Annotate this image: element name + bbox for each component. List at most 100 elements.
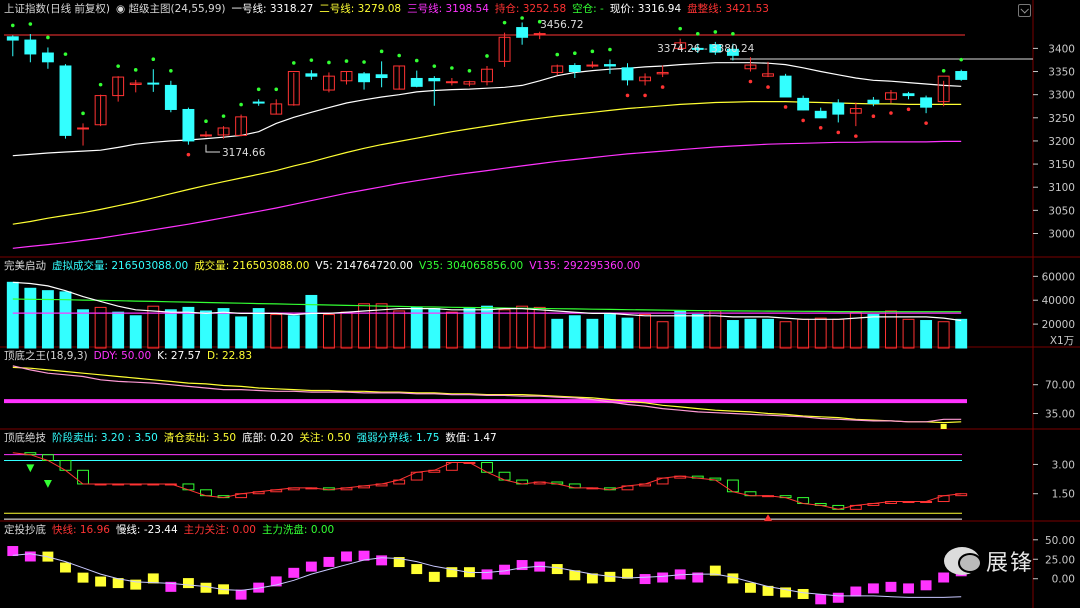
dt-block (305, 561, 317, 572)
buy-dot (801, 118, 805, 123)
y-tick-label: 40000 (1042, 295, 1075, 307)
sell-dot (133, 68, 138, 72)
volume-unit-label: X1万 (1050, 335, 1074, 347)
buy-dot (186, 152, 191, 157)
sell-dot (432, 64, 437, 68)
k-line (12, 365, 962, 423)
volume-bar (832, 318, 845, 349)
y-tick-label: 3000 (1048, 228, 1075, 240)
dt-block (885, 581, 897, 592)
volume-chart[interactable] (6, 281, 968, 349)
buy-dot (836, 130, 841, 135)
dt-block (850, 586, 862, 597)
volume-bar (164, 309, 177, 349)
candle-body (533, 33, 546, 36)
tech-header-item: 阶段卖出: 3.20 : 3.50 (52, 432, 158, 444)
volume-bar (726, 320, 739, 349)
sell-dot (695, 31, 700, 36)
buy-dot (783, 105, 788, 109)
volume-bar (621, 317, 634, 349)
buy-dot (871, 114, 876, 119)
y-tick-label: 3300 (1048, 90, 1075, 102)
dt-block (920, 580, 932, 591)
dt-block (745, 582, 756, 593)
tech-value-line (12, 452, 962, 510)
tech-box (726, 479, 739, 493)
sell-dot (309, 58, 314, 62)
candle-body (445, 81, 458, 84)
main-header-item: 二号线: 3279.08 (319, 3, 402, 15)
y-tick-label: 3200 (1048, 136, 1075, 148)
candle-body (902, 93, 915, 97)
y-tick-label: 35.00 (1045, 409, 1075, 421)
candle-body (867, 99, 880, 104)
sell-dot (590, 49, 595, 54)
volume-bar (200, 310, 212, 349)
main-header-item: 三号线: 3198.54 (407, 3, 489, 15)
sell-dot (116, 64, 120, 68)
volume-bar (937, 321, 950, 349)
watermark-text: 展锋 (986, 551, 1035, 576)
volume-bar (305, 294, 318, 349)
candle-body (621, 67, 634, 81)
sell-dot (941, 68, 946, 73)
volume-bar (744, 318, 757, 349)
candle-body (428, 77, 441, 82)
sell-dot (81, 111, 85, 116)
volume-bar (955, 318, 968, 349)
volume-header-item: 成交量: 216503088.00 (194, 260, 310, 272)
candle-body (164, 84, 177, 110)
sell-dot (450, 66, 454, 70)
y-tick-label: 3050 (1048, 205, 1075, 217)
buy-dot (854, 134, 858, 138)
sell-dot (502, 20, 507, 25)
dingtou-indicator-chart[interactable] (7, 546, 967, 605)
volume-bar (235, 316, 248, 349)
dt-block (7, 546, 19, 557)
volume-bar (270, 314, 283, 349)
dt-header: 定投抄底 快线: 16.96 慢线: -23.44 主力关注: 0.00 主力洗盘: 0… (4, 523, 340, 537)
sell-dot (520, 16, 524, 20)
volume-bar (779, 321, 792, 349)
candle-body (6, 36, 19, 41)
volume-bar (814, 317, 827, 349)
main-candle-chart[interactable]: 3174.66 3456.72 3374.26 - 3380.24 (4, 16, 1033, 249)
volume-bar (6, 281, 19, 349)
volume-header: 完美启动 虚拟成交量: 216503088.00 成交量: 216503088.00… (4, 259, 646, 273)
down-arrow-icon (26, 464, 35, 473)
sell-dot (274, 87, 279, 92)
sell-dot (221, 114, 226, 118)
tech-indicator-chart[interactable] (4, 452, 968, 522)
main-header-item: 现价: 3316.94 (609, 3, 682, 15)
grid-lines (0, 0, 1080, 608)
dt-block (867, 583, 879, 594)
volume-bar (586, 318, 599, 349)
price-annotation: 3174.66 (222, 147, 266, 159)
buy-dot (625, 93, 630, 98)
sell-dot (46, 35, 50, 40)
tech-header-item: 底部: 0.20 (242, 432, 294, 444)
volume-bar (217, 308, 230, 349)
sell-dot (98, 82, 103, 87)
tech-header-item: 强弱分界线: 1.75 (356, 432, 440, 444)
kd-indicator-chart[interactable] (4, 365, 967, 429)
sell-dot (10, 23, 15, 28)
chart-canvas: 3174.66 3456.72 3374.26 - 3380.24 3000 3050… (0, 0, 1080, 608)
sell-dot (327, 60, 331, 65)
kd-header: 顶底之王(18,9,3) DDY: 50.00 K: 27.57 D: 22.83 (4, 349, 258, 363)
window-restore-icon[interactable] (1018, 4, 1031, 17)
volume-bar (797, 318, 810, 349)
annotation-leader (205, 144, 220, 153)
sell-dot (362, 60, 366, 64)
buy-dot (643, 93, 647, 98)
y-tick-label: 20000 (1042, 319, 1075, 331)
tech-box (481, 461, 493, 473)
tech-header-item: 数值: 1.47 (445, 432, 497, 444)
sell-dot (63, 52, 68, 56)
volume-bar (445, 311, 458, 349)
candle-body (516, 27, 529, 38)
dt-block (60, 562, 71, 573)
volume-bar (568, 315, 581, 349)
volume-bar (674, 310, 687, 349)
volume-bar (867, 314, 880, 349)
